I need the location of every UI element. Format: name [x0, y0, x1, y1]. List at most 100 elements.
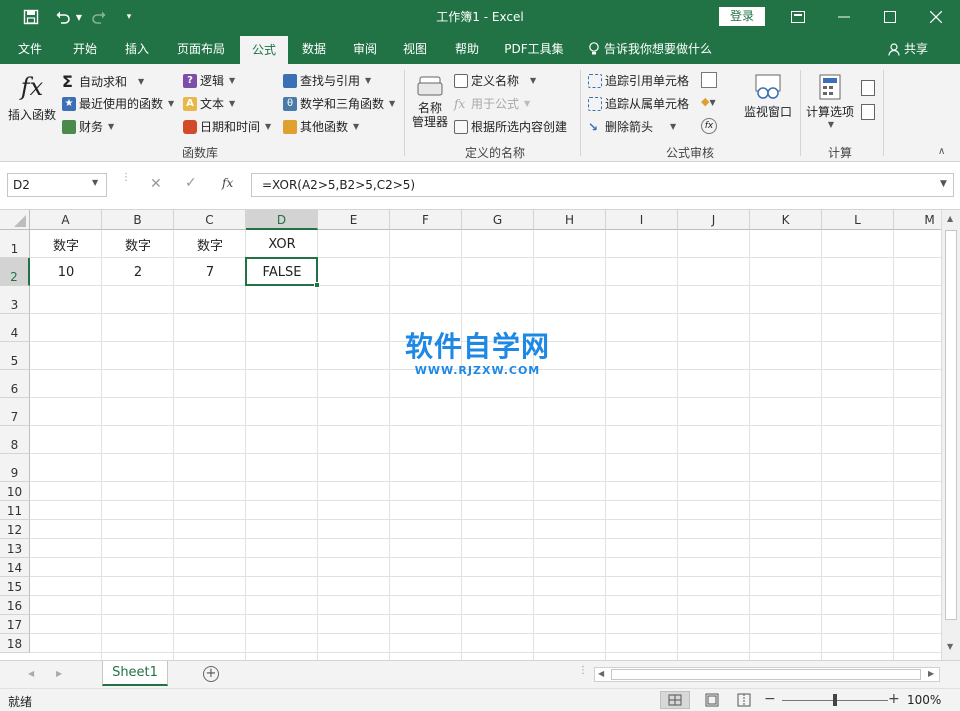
page-layout-view-icon[interactable] — [704, 692, 720, 708]
logical-button[interactable]: ? 逻辑 ▼ — [183, 72, 235, 89]
column-header-j[interactable]: J — [678, 210, 750, 230]
more-functions-button[interactable]: 其他函数 ▼ — [283, 118, 359, 135]
select-all-corner[interactable] — [0, 210, 30, 230]
evaluate-formula-icon[interactable]: fx — [701, 118, 717, 134]
row-header-8[interactable]: 8 — [0, 426, 30, 454]
lookup-reference-button[interactable]: 查找与引用 ▼ — [283, 72, 371, 89]
next-sheet-icon[interactable]: ▶ — [56, 669, 62, 678]
share-button[interactable]: 共享 — [888, 34, 944, 64]
insert-function-button[interactable]: fx 插入函数 — [6, 70, 58, 136]
insert-function-fx-icon[interactable]: fx — [222, 176, 233, 190]
zoom-level[interactable]: 100% — [907, 693, 941, 707]
undo-dropdown-icon[interactable]: ▼ — [74, 0, 84, 34]
undo-icon[interactable] — [50, 0, 76, 34]
row-header-5[interactable]: 5 — [0, 342, 30, 370]
scroll-left-icon[interactable]: ◀ — [598, 669, 604, 678]
vertical-scroll-thumb[interactable] — [945, 230, 957, 620]
column-header-k[interactable]: K — [750, 210, 822, 230]
error-checking-icon[interactable]: ◆▼ — [701, 95, 727, 111]
tab-view[interactable]: 视图 — [392, 34, 438, 64]
formula-input[interactable]: =XOR(A2>5,B2>5,C2>5) — [251, 173, 954, 197]
minimize-icon[interactable] — [821, 0, 867, 34]
column-header-i[interactable]: I — [606, 210, 678, 230]
column-header-f[interactable]: F — [390, 210, 462, 230]
close-icon[interactable] — [913, 0, 959, 34]
horizontal-scroll-thumb[interactable] — [611, 669, 921, 680]
new-sheet-button[interactable]: + — [203, 666, 219, 682]
name-manager-button[interactable]: 名称 管理器 — [410, 74, 450, 140]
row-header-11[interactable]: 11 — [0, 501, 30, 520]
tab-pdf-tools[interactable]: PDF工具集 — [498, 34, 570, 64]
zoom-out-button[interactable]: − — [764, 691, 776, 707]
row-header-7[interactable]: 7 — [0, 398, 30, 426]
cell-c1[interactable]: 数字 — [174, 230, 246, 258]
tab-help[interactable]: 帮助 — [444, 34, 490, 64]
column-header-a[interactable]: A — [30, 210, 102, 230]
sheet-tab-sheet1[interactable]: Sheet1 — [102, 661, 168, 686]
use-in-formula-button[interactable]: fx 用于公式 ▼ — [454, 95, 530, 112]
scroll-up-icon[interactable]: ▲ — [947, 214, 953, 223]
save-icon[interactable] — [18, 0, 44, 34]
row-header-4[interactable]: 4 — [0, 314, 30, 342]
cell-b1[interactable]: 数字 — [102, 230, 174, 258]
expand-formula-bar-icon[interactable]: ▼ — [940, 179, 947, 189]
cancel-entry-icon[interactable]: ✕ — [150, 176, 162, 192]
trace-dependents-button[interactable]: 追踪从属单元格 — [588, 95, 689, 112]
financial-button[interactable]: 财务 ▼ — [62, 118, 114, 135]
calc-options-button[interactable]: 计算选项 ▼ — [804, 74, 856, 140]
row-header-10[interactable]: 10 — [0, 482, 30, 501]
define-name-button[interactable]: 定义名称 ▼ — [454, 72, 536, 89]
tab-data[interactable]: 数据 — [292, 34, 336, 64]
tab-split-grip-icon[interactable]: ⋮ — [578, 666, 588, 676]
normal-view-icon[interactable] — [660, 691, 690, 709]
login-button[interactable]: 登录 — [719, 7, 765, 26]
cell-d1[interactable]: XOR — [246, 230, 318, 258]
row-header-2[interactable]: 2 — [0, 258, 30, 286]
zoom-slider-thumb[interactable] — [833, 694, 837, 706]
date-time-button[interactable]: 日期和时间 ▼ — [183, 118, 271, 135]
column-header-l[interactable]: L — [822, 210, 894, 230]
customize-quick-access-icon[interactable]: ▾ — [122, 0, 136, 34]
cell-b2[interactable]: 2 — [102, 258, 174, 286]
scroll-right-icon[interactable]: ▶ — [928, 669, 934, 678]
trace-precedents-button[interactable]: 追踪引用单元格 — [588, 72, 689, 89]
math-trig-button[interactable]: θ 数学和三角函数 ▼ — [283, 95, 395, 112]
tab-insert[interactable]: 插入 — [114, 34, 160, 64]
vertical-scrollbar[interactable]: ▲ ▼ — [941, 210, 960, 660]
scroll-down-icon[interactable]: ▼ — [947, 642, 953, 651]
tab-formulas[interactable]: 公式 — [240, 36, 288, 64]
row-header-6[interactable]: 6 — [0, 370, 30, 398]
column-header-d[interactable]: D — [246, 210, 318, 230]
row-header-16[interactable]: 16 — [0, 596, 30, 615]
collapse-ribbon-icon[interactable]: ∧ — [938, 146, 945, 157]
worksheet-grid[interactable]: ABCDEFGHIJKLM 1 2 3 4 5 6 7 8 9 10 11 12 13 14 15 16 17 1… — [0, 210, 960, 660]
formula-bar-grip-icon[interactable]: ⋮ — [121, 173, 131, 183]
name-box-dropdown-icon[interactable]: ▼ — [92, 178, 98, 187]
prev-sheet-icon[interactable]: ◀ — [28, 669, 34, 678]
tab-home[interactable]: 开始 — [60, 34, 110, 64]
row-header-17[interactable]: 17 — [0, 615, 30, 634]
cell-a2[interactable]: 10 — [30, 258, 102, 286]
column-header-e[interactable]: E — [318, 210, 390, 230]
watch-window-button[interactable]: 监视窗口 — [742, 74, 794, 134]
column-header-g[interactable]: G — [462, 210, 534, 230]
row-header-9[interactable]: 9 — [0, 454, 30, 482]
ribbon-display-options-icon[interactable] — [775, 0, 821, 34]
row-header-12[interactable]: 12 — [0, 520, 30, 539]
column-header-b[interactable]: B — [102, 210, 174, 230]
zoom-in-button[interactable]: + — [888, 691, 900, 707]
row-header-15[interactable]: 15 — [0, 577, 30, 596]
row-header-13[interactable]: 13 — [0, 539, 30, 558]
column-header-h[interactable]: H — [534, 210, 606, 230]
show-formulas-icon[interactable] — [701, 72, 717, 88]
confirm-entry-icon[interactable]: ✓ — [185, 175, 197, 191]
redo-icon[interactable] — [88, 0, 110, 34]
remove-arrows-button[interactable]: ↘ 删除箭头 ▼ — [588, 118, 676, 135]
horizontal-scrollbar[interactable]: ◀ ▶ — [594, 667, 940, 682]
fill-handle[interactable] — [314, 282, 320, 288]
calculate-sheet-icon[interactable] — [861, 104, 875, 120]
recently-used-button[interactable]: ★ 最近使用的函数 ▼ — [62, 95, 174, 112]
calculate-now-icon[interactable] — [861, 80, 875, 96]
create-from-selection-button[interactable]: 根据所选内容创建 — [454, 118, 567, 135]
maximize-icon[interactable] — [867, 0, 913, 34]
